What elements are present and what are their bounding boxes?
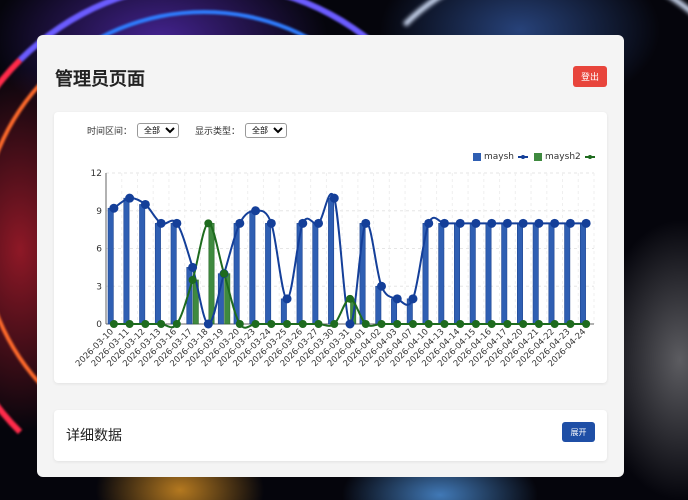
bar-maysh [249, 210, 256, 325]
bar-maysh [579, 223, 586, 325]
bar-maysh [469, 223, 476, 325]
point-maysh [581, 218, 591, 228]
point-maysh [314, 218, 324, 228]
point-maysh2 [109, 320, 118, 328]
point-maysh2 [471, 320, 480, 328]
bar-maysh [154, 223, 161, 325]
point-maysh2 [393, 320, 402, 328]
point-maysh2 [298, 320, 307, 328]
point-maysh [376, 281, 386, 291]
point-maysh [487, 218, 497, 228]
bar-line-chart: 0369122026-03-102026-03-112026-03-122026… [74, 169, 595, 369]
admin-panel: 管理员页面 登出 时间区间： 全部 显示类型： 全部 maysh maysh2 [37, 35, 624, 477]
point-maysh [172, 218, 182, 228]
bar-maysh [375, 285, 382, 325]
point-maysh2 [519, 320, 528, 328]
point-maysh2 [456, 320, 465, 328]
point-maysh [534, 218, 544, 228]
point-maysh [361, 218, 371, 228]
point-maysh [109, 203, 119, 213]
point-maysh2 [361, 320, 370, 328]
bar-maysh [139, 204, 146, 325]
logout-button[interactable]: 登出 [573, 66, 607, 87]
bar-maysh [170, 223, 177, 325]
point-maysh2 [141, 320, 150, 328]
bar-maysh [265, 223, 272, 325]
point-maysh [565, 218, 575, 228]
point-maysh [502, 218, 512, 228]
point-maysh2 [220, 269, 229, 278]
point-maysh2 [582, 320, 591, 328]
bar-maysh [312, 223, 319, 325]
point-maysh2 [550, 320, 559, 328]
point-maysh2 [172, 320, 181, 328]
point-maysh [408, 294, 418, 304]
point-maysh2 [235, 320, 244, 328]
detail-title: 详细数据 [66, 428, 122, 444]
point-maysh [392, 294, 402, 304]
detail-card: 详细数据 展开 [54, 410, 607, 461]
point-maysh [455, 218, 465, 228]
point-maysh2 [346, 294, 354, 303]
point-maysh [298, 218, 308, 228]
point-maysh [550, 218, 560, 228]
point-maysh2 [330, 320, 339, 328]
bar-maysh [485, 223, 492, 325]
bar-maysh [501, 223, 508, 325]
point-maysh2 [487, 320, 496, 328]
point-maysh [251, 206, 261, 216]
y-tick-label: 9 [96, 207, 102, 217]
y-tick-label: 12 [91, 169, 102, 179]
y-tick-label: 0 [96, 320, 102, 330]
point-maysh2 [534, 320, 543, 328]
point-maysh [282, 294, 292, 304]
bar-maysh [532, 223, 539, 325]
point-maysh2 [408, 320, 417, 328]
y-tick-label: 3 [96, 282, 102, 292]
bar-maysh [517, 223, 523, 325]
bar-maysh [328, 197, 335, 325]
point-maysh2 [440, 320, 449, 328]
bar-maysh [438, 223, 445, 325]
point-maysh2 [251, 320, 260, 328]
point-maysh [125, 193, 135, 203]
point-maysh [518, 218, 528, 228]
point-maysh [188, 262, 198, 272]
expand-button[interactable]: 展开 [562, 422, 595, 442]
point-maysh [156, 218, 166, 228]
bar-maysh [107, 207, 114, 325]
point-maysh2 [566, 320, 575, 328]
point-maysh [439, 218, 449, 228]
point-maysh2 [314, 320, 323, 328]
point-maysh [424, 218, 434, 228]
point-maysh2 [424, 320, 433, 328]
point-maysh2 [188, 275, 197, 284]
point-maysh2 [377, 320, 386, 328]
bar-maysh [548, 223, 555, 325]
point-maysh [203, 319, 213, 329]
point-maysh2 [267, 320, 276, 328]
point-maysh2 [157, 320, 166, 328]
y-tick-label: 6 [96, 245, 102, 255]
point-maysh [266, 218, 276, 228]
point-maysh2 [125, 320, 134, 328]
point-maysh [140, 199, 150, 209]
point-maysh [345, 319, 355, 329]
point-maysh [329, 193, 339, 203]
bar-maysh [454, 223, 460, 325]
page-title: 管理员页面 [55, 69, 145, 90]
point-maysh2 [204, 219, 213, 228]
bar-maysh2 [208, 223, 215, 325]
bar-maysh [564, 223, 571, 325]
chart-card: 时间区间： 全部 显示类型： 全部 maysh maysh2 0 3 6 9 12 202… [54, 112, 607, 383]
bar-maysh [123, 197, 130, 325]
point-maysh [471, 218, 481, 228]
point-maysh2 [503, 320, 512, 328]
point-maysh2 [283, 320, 292, 328]
point-maysh [235, 218, 245, 228]
